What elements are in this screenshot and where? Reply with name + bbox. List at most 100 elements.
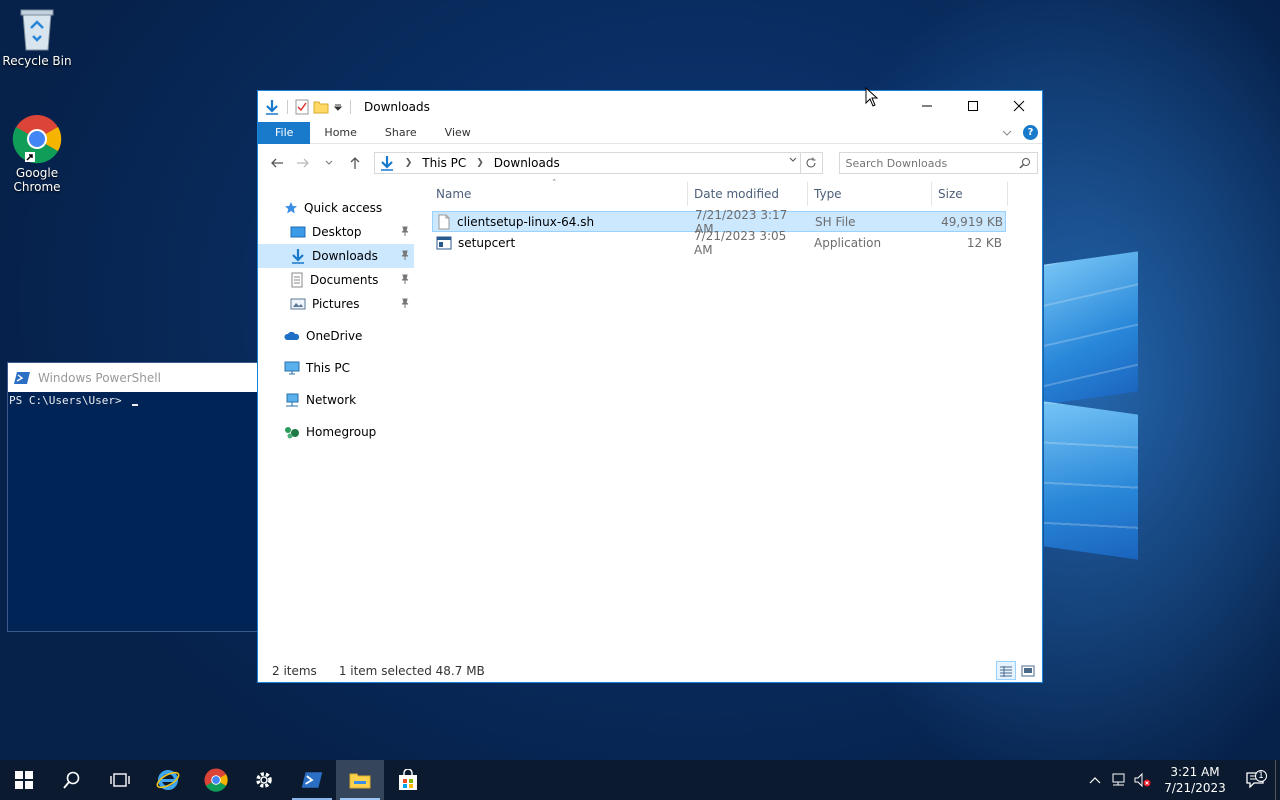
minimize-button[interactable] [904,91,950,121]
start-button[interactable] [0,760,48,800]
tab-view[interactable]: View [431,122,485,144]
notification-count-badge: 1 [1255,770,1267,782]
action-center-button[interactable]: 1 [1235,770,1275,788]
new-folder-icon[interactable] [313,100,329,114]
powershell-window[interactable]: Windows PowerShell PS C:\Users\User> [7,362,259,632]
show-desktop-button[interactable] [1275,760,1280,800]
sidebar-item-network[interactable]: Network [258,388,414,412]
search-input[interactable] [845,156,1006,170]
sidebar-item-documents[interactable]: Documents [258,268,414,292]
column-headers: ˄ Name Date modified Type Size [432,179,1042,206]
taskbar-powershell[interactable] [288,760,336,800]
column-header-name[interactable]: ˄ Name [432,179,688,206]
sidebar-item-label: This PC [306,361,350,375]
ribbon-tabs: File Home Share View ? [258,121,1042,144]
address-bar[interactable]: ❯ This PC ❯ Downloads [373,152,823,174]
text-cursor [132,404,139,406]
large-icons-view-button[interactable] [1018,661,1038,680]
sidebar-item-quick-access[interactable]: Quick access [258,196,414,220]
file-explorer-window[interactable]: Downloads File Home Share View ? ❯ This … [257,90,1043,683]
homegroup-icon [285,427,299,439]
breadcrumb-this-pc[interactable]: This PC [422,156,466,170]
application-icon [436,236,452,249]
expand-ribbon-icon[interactable] [1001,127,1013,139]
properties-icon[interactable] [295,99,309,115]
sidebar-item-downloads[interactable]: Downloads [258,244,414,268]
sidebar-item-this-pc[interactable]: This PC [258,356,414,380]
refresh-button[interactable] [799,153,822,173]
sidebar-item-label: Homegroup [306,425,377,439]
tab-share[interactable]: Share [371,122,431,144]
details-view-button[interactable] [996,661,1016,680]
column-header-type[interactable]: Type [808,182,932,206]
column-header-size[interactable]: Size [932,182,1008,206]
pin-icon[interactable] [400,274,410,284]
sidebar-item-pictures[interactable]: Pictures [258,292,414,316]
forward-arrow-icon [296,158,309,168]
taskbar-store[interactable] [384,760,432,800]
tab-file[interactable]: File [258,121,311,144]
desktop-icon-google-chrome[interactable]: Google Chrome [0,114,74,194]
breadcrumb-separator[interactable]: ❯ [405,158,413,168]
close-button[interactable] [996,91,1042,121]
taskbar-settings[interactable] [240,760,288,800]
volume-muted-icon [1134,772,1151,788]
taskbar-internet-explorer[interactable] [144,760,192,800]
pin-icon[interactable] [400,226,410,236]
column-header-date[interactable]: Date modified [688,182,808,206]
maximize-button[interactable] [950,91,996,121]
minimize-icon [922,105,932,107]
help-icon[interactable]: ? [1023,125,1038,140]
up-button[interactable] [344,152,366,174]
file-rows: clientsetup-linux-64.sh 7/21/2023 3:17 A… [432,208,1042,257]
close-icon [1013,100,1025,112]
item-count: 2 items [272,664,317,678]
sidebar-item-label: Network [306,393,357,407]
search-box[interactable] [838,152,1038,174]
powershell-console[interactable]: PS C:\Users\User> [8,392,258,407]
customize-dropdown-icon[interactable] [333,102,343,112]
search-icon[interactable] [1019,157,1031,169]
forward-button[interactable] [292,152,314,174]
sidebar-item-desktop[interactable]: Desktop [258,220,414,244]
recent-locations-button[interactable] [318,152,340,174]
address-dropdown-icon[interactable] [788,155,798,168]
star-icon [285,202,297,214]
tab-home[interactable]: Home [310,122,370,144]
show-hidden-icons-button[interactable] [1083,775,1107,785]
breadcrumb-downloads[interactable]: Downloads [494,156,560,170]
explorer-content: Quick access Desktop Downloads Documents… [258,179,1042,660]
file-name: setupcert [458,235,516,250]
search-button[interactable] [48,760,96,800]
taskbar-file-explorer[interactable] [336,760,384,800]
chevron-down-icon [325,160,333,165]
pin-icon[interactable] [400,250,410,260]
powershell-titlebar[interactable]: Windows PowerShell [8,363,258,392]
network-icon [286,393,299,407]
chrome-icon [12,115,62,164]
downloads-location-icon [380,156,393,171]
sidebar-item-onedrive[interactable]: OneDrive [258,324,414,348]
explorer-titlebar[interactable]: Downloads [258,91,1042,122]
pin-icon[interactable] [400,298,410,308]
back-button[interactable] [266,152,288,174]
task-view-button[interactable] [96,760,144,800]
sort-ascending-icon: ˄ [552,179,557,189]
clock[interactable]: 3:21 AM 7/21/2023 [1159,764,1231,796]
file-type: SH File [815,214,856,229]
volume-button[interactable] [1131,772,1155,788]
network-wired-icon [1112,773,1125,786]
windows-logo-pane [1044,251,1138,405]
internet-explorer-icon [156,770,180,790]
desktop-icon-recycle-bin[interactable]: Recycle Bin [0,6,74,68]
desktop-icon-label: Google Chrome [13,166,61,194]
desktop-icon-label: Recycle Bin [2,54,72,68]
mouse-cursor-icon [865,87,879,107]
documents-folder-icon [291,272,303,288]
sidebar-item-homegroup[interactable]: Homegroup [258,420,414,444]
taskbar-chrome[interactable] [192,760,240,800]
breadcrumb-separator[interactable]: ❯ [476,158,484,168]
network-status-button[interactable] [1107,772,1131,788]
powershell-prompt: PS C:\Users\User> [9,394,129,407]
file-row[interactable]: setupcert 7/21/2023 3:05 AM Application … [432,229,1006,257]
